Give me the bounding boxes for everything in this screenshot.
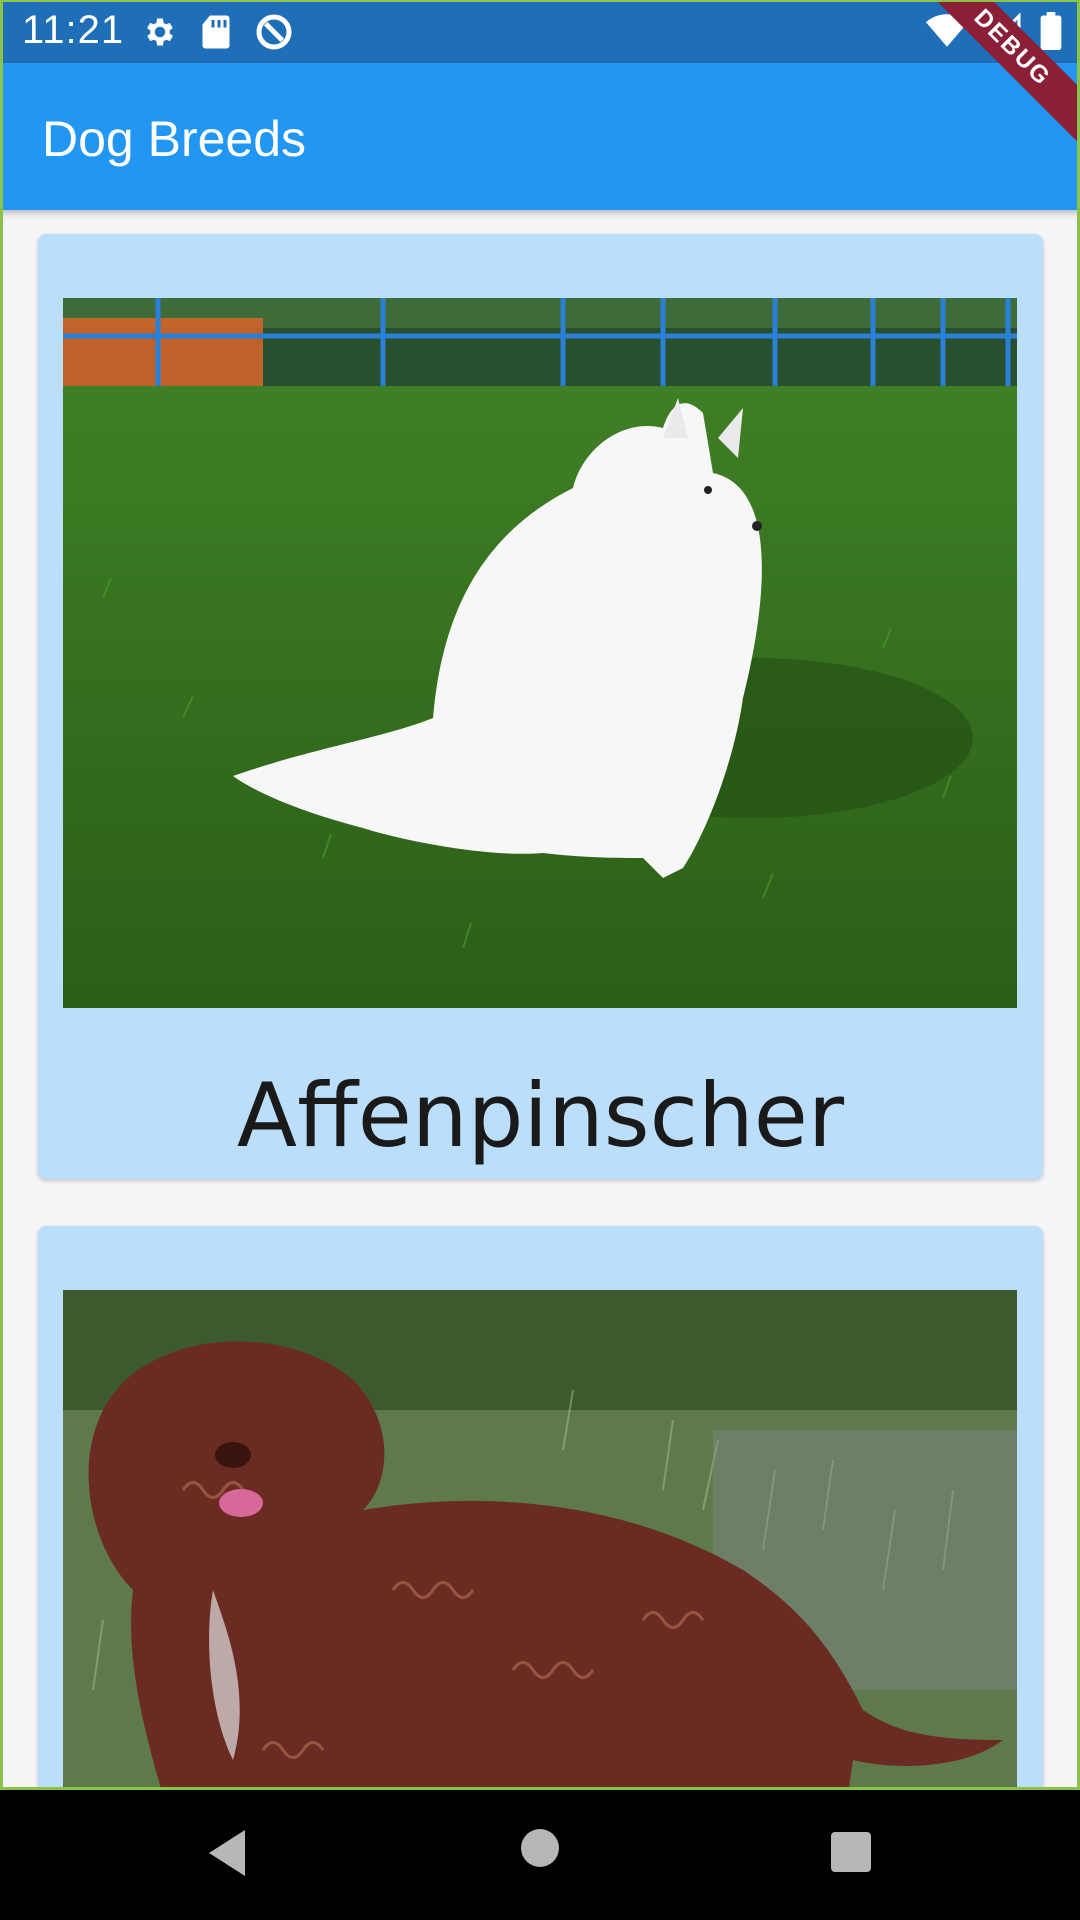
- status-bar: 11:21: [0, 0, 1080, 63]
- breed-name: Affenpinscher: [236, 1064, 845, 1167]
- system-nav-bar: [0, 1790, 1080, 1920]
- breed-card[interactable]: Affenpinscher: [38, 234, 1043, 1179]
- breed-list[interactable]: Affenpinscher: [0, 210, 1080, 1790]
- sd-card-icon: [202, 15, 230, 49]
- home-icon[interactable]: [520, 1828, 560, 1868]
- battery-icon: [1040, 12, 1062, 50]
- app-bar: Dog Breeds: [0, 63, 1080, 210]
- status-time: 11:21: [22, 8, 125, 52]
- breed-image: [63, 1290, 1017, 1790]
- status-icons-left: [142, 12, 294, 52]
- recents-icon[interactable]: [831, 1832, 871, 1872]
- breed-image: [63, 298, 1017, 1008]
- gear-icon: [147, 18, 173, 46]
- breed-card[interactable]: [38, 1226, 1043, 1790]
- back-icon[interactable]: [205, 1828, 251, 1878]
- data-saver-icon: [256, 14, 292, 50]
- app-title: Dog Breeds: [42, 111, 307, 167]
